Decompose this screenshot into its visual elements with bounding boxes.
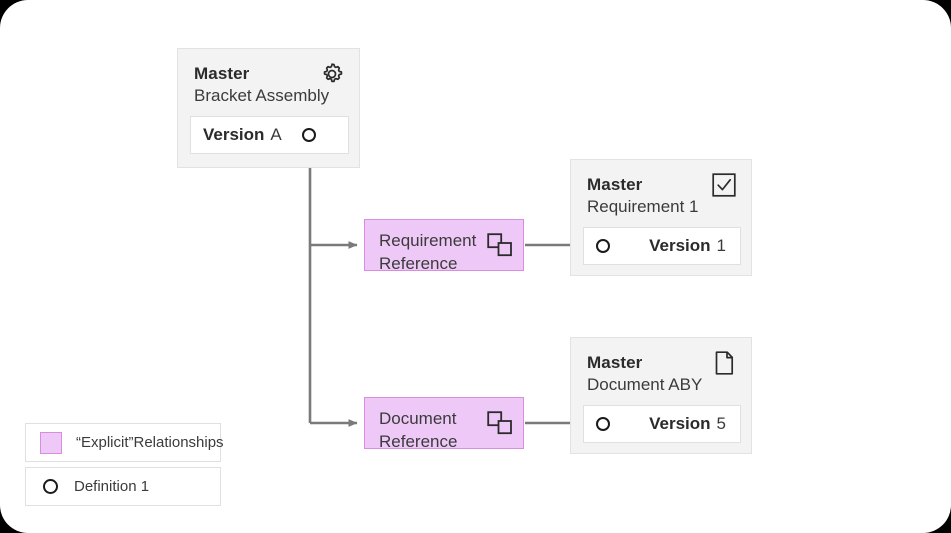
version-label: Version bbox=[649, 414, 711, 433]
master-subtitle: Bracket Assembly bbox=[194, 86, 330, 105]
version-label: Version bbox=[649, 236, 711, 255]
legend-label: “Explicit”Relationships bbox=[76, 434, 224, 451]
master-card-document-aby[interactable]: Master Document ABY Version 5 bbox=[570, 337, 752, 454]
master-header: Master Requirement 1 bbox=[571, 160, 751, 218]
version-row-requirement-1[interactable]: Version 1 bbox=[583, 227, 741, 265]
version-value: 5 bbox=[716, 414, 726, 433]
master-subtitle: Document ABY bbox=[587, 375, 703, 394]
version-row-document-aby[interactable]: Version 5 bbox=[583, 405, 741, 443]
master-card-bracket-assembly[interactable]: Master Bracket Assembly Version A bbox=[177, 48, 360, 168]
master-header: Master Document ABY bbox=[571, 338, 751, 396]
master-header: Master Bracket Assembly bbox=[178, 49, 359, 107]
version-label: Version bbox=[203, 125, 265, 144]
legend-label: Definition 1 bbox=[74, 478, 150, 495]
reference-copy-icon bbox=[487, 233, 513, 257]
reference-copy-icon bbox=[487, 411, 513, 435]
reference-box-document[interactable]: Document Reference bbox=[364, 397, 524, 451]
legend-item-definition-1: Definition 1 bbox=[25, 467, 221, 506]
master-card-requirement-1[interactable]: Master Requirement 1 Version 1 bbox=[570, 159, 752, 276]
legend-item-explicit-relationships: “Explicit”Relationships bbox=[25, 423, 224, 462]
purple-swatch-icon bbox=[40, 431, 62, 454]
reference-box-requirement[interactable]: Requirement Reference bbox=[364, 219, 524, 273]
checkbox-checked-icon bbox=[711, 172, 737, 198]
definition-anchor-dot bbox=[596, 417, 610, 431]
diagram-canvas: Master Bracket Assembly Version A Master… bbox=[0, 0, 951, 533]
version-row-bracket-assembly[interactable]: Version A bbox=[190, 116, 349, 154]
definition-anchor-dot bbox=[301, 128, 316, 142]
master-subtitle: Requirement 1 bbox=[587, 197, 699, 216]
version-value: 1 bbox=[716, 236, 726, 255]
version-value: A bbox=[270, 125, 282, 144]
gear-icon bbox=[319, 61, 345, 87]
definition-anchor-dot bbox=[596, 239, 610, 253]
document-icon bbox=[711, 350, 737, 376]
circle-outline-icon bbox=[43, 479, 58, 494]
